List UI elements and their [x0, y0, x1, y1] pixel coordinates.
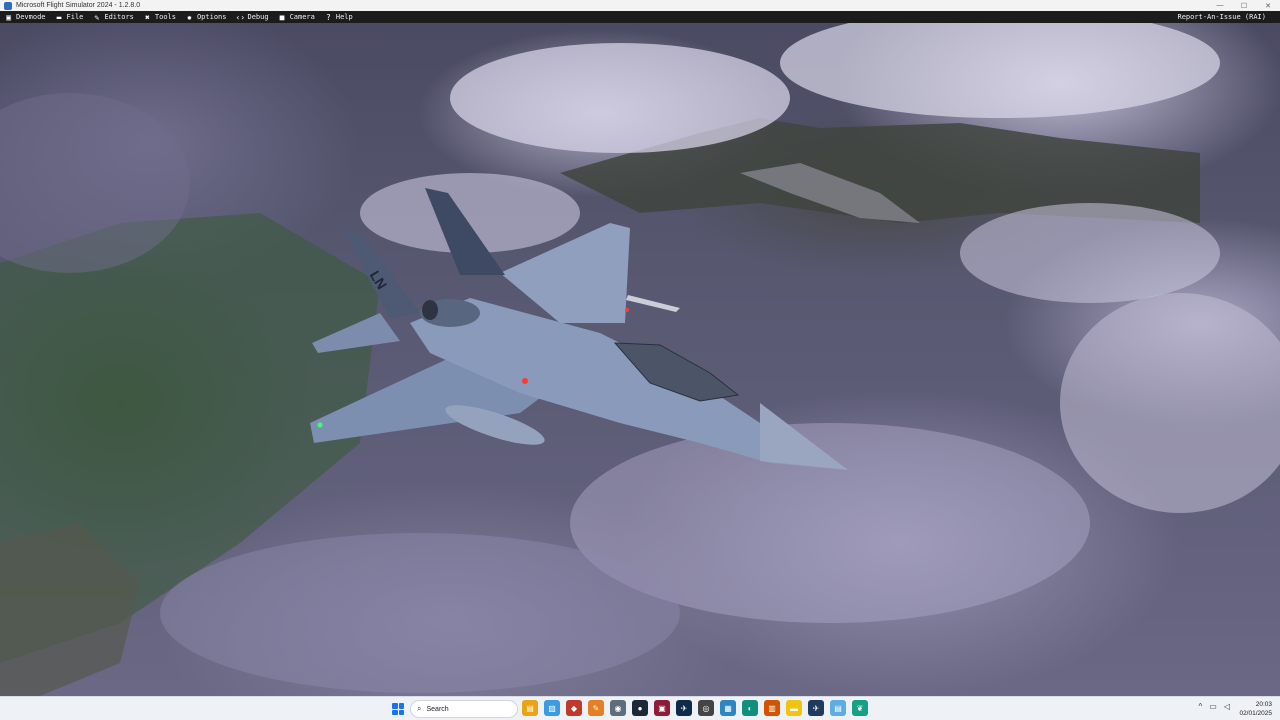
feather-icon[interactable]: ❦: [852, 700, 868, 716]
app-icon: [4, 1, 12, 10]
steam-icon[interactable]: ●: [632, 700, 648, 716]
menu-help[interactable]: ? Help: [320, 11, 358, 23]
devmode-icon: ▣: [6, 12, 11, 22]
menu-label: File: [66, 13, 84, 21]
code-icon: ‹›: [235, 12, 246, 22]
window-title: Microsoft Flight Simulator 2024 - 1.2.8.…: [16, 2, 141, 9]
cloud: [780, 23, 1220, 118]
maximize-button[interactable]: ☐: [1232, 0, 1256, 11]
cloud: [160, 533, 680, 693]
taskbar-apps: ▤ ▨ ◆ ✎ ◉ ● ▣ ✈ ◎ ▦ ◐ ▥ ▬ ✈ ▤ ❦: [522, 700, 868, 716]
menu-label: Devmode: [16, 13, 46, 21]
chevron-up-icon[interactable]: ^: [1199, 702, 1203, 711]
close-button[interactable]: ✕: [1256, 0, 1280, 11]
menu-devmode[interactable]: ▣ Devmode: [0, 11, 51, 23]
menu-tools[interactable]: ✖ Tools: [139, 11, 181, 23]
menu-editors[interactable]: ✎ Editors: [88, 11, 139, 23]
photos-icon[interactable]: ▨: [544, 700, 560, 716]
report-issue-button[interactable]: Report-An-Issue (RAI): [1173, 11, 1271, 23]
devmode-menubar: ▣ Devmode ▬ File ✎ Editors ✖ Tools ✹ Opt…: [0, 11, 1280, 23]
windows-logo-pane: [392, 709, 398, 715]
jet-missile: [626, 295, 680, 312]
store-icon[interactable]: ▦: [720, 700, 736, 716]
menu-label: Tools: [154, 13, 176, 21]
system-tray: ^ ▭ ◁: [1199, 702, 1230, 711]
globe-icon[interactable]: ◉: [610, 700, 626, 716]
clock-date: 02/01/2025: [1239, 710, 1272, 717]
msfs-icon[interactable]: ✈: [676, 700, 692, 716]
windows-logo-pane: [398, 703, 404, 709]
pencil-icon: ✎: [94, 12, 100, 22]
edge-icon[interactable]: ◐: [742, 700, 758, 716]
clock-time: 20:03: [1255, 701, 1272, 708]
xbox-controller-icon[interactable]: ◎: [698, 700, 714, 716]
jet-nav-light-red: [625, 308, 629, 312]
app-red-icon[interactable]: ◆: [566, 700, 582, 716]
start-button[interactable]: [390, 701, 406, 717]
folder-icon: ▬: [56, 12, 62, 22]
minimize-button[interactable]: —: [1208, 0, 1232, 11]
jet-nav-light-green: [317, 422, 323, 428]
windows-logo-pane: [398, 709, 404, 715]
search-placeholder: Search: [426, 705, 449, 713]
jet-nav-light-red: [522, 378, 528, 384]
menu-debug[interactable]: ‹› Debug: [231, 11, 273, 23]
menu-label: Debug: [247, 13, 269, 21]
help-icon: ?: [325, 12, 331, 22]
search-icon: ⌕: [417, 704, 422, 713]
menu-file[interactable]: ▬ File: [51, 11, 89, 23]
paint-icon[interactable]: ✎: [588, 700, 604, 716]
flight-sim-icon[interactable]: ✈: [808, 700, 824, 716]
menu-camera[interactable]: ■ Camera: [274, 11, 320, 23]
jet-engine-nozzle: [422, 300, 438, 320]
office-icon[interactable]: ▥: [764, 700, 780, 716]
menu-label: Help: [335, 13, 353, 21]
cloud: [1060, 293, 1280, 513]
cloud: [450, 43, 790, 153]
network-icon[interactable]: ▭: [1209, 702, 1217, 711]
gear-icon: ✹: [187, 12, 192, 22]
camera-icon: ■: [279, 12, 285, 22]
menu-label: Options: [196, 13, 227, 21]
app-maroon-icon[interactable]: ▣: [654, 700, 670, 716]
scene-illustration: LN: [0, 23, 1280, 696]
taskbar: ⌕ Search ▤ ▨ ◆ ✎ ◉ ● ▣ ✈ ◎ ▦ ◐ ▥ ▬ ✈ ▤ ❦ ^ ▭ ◁ 20:03 02/0…: [0, 696, 1280, 720]
cloud: [960, 203, 1220, 303]
menu-options[interactable]: ✹ Options: [181, 11, 232, 23]
file-explorer-icon[interactable]: ▤: [522, 700, 538, 716]
menu-label: Camera: [289, 13, 315, 21]
notepad-icon[interactable]: ▤: [830, 700, 846, 716]
windows-logo-pane: [392, 703, 398, 709]
volume-icon[interactable]: ◁: [1224, 702, 1230, 711]
folder-icon[interactable]: ▬: [786, 700, 802, 716]
menu-label: Editors: [104, 13, 134, 21]
window-controls: — ☐ ✕: [1208, 0, 1280, 11]
taskbar-clock[interactable]: 20:03 02/01/2025: [1239, 700, 1272, 718]
sim-viewport[interactable]: LN: [0, 23, 1280, 696]
taskbar-search[interactable]: ⌕ Search: [410, 700, 518, 718]
tools-icon: ✖: [144, 12, 150, 22]
window-title-bar: Microsoft Flight Simulator 2024 - 1.2.8.…: [0, 0, 1280, 11]
